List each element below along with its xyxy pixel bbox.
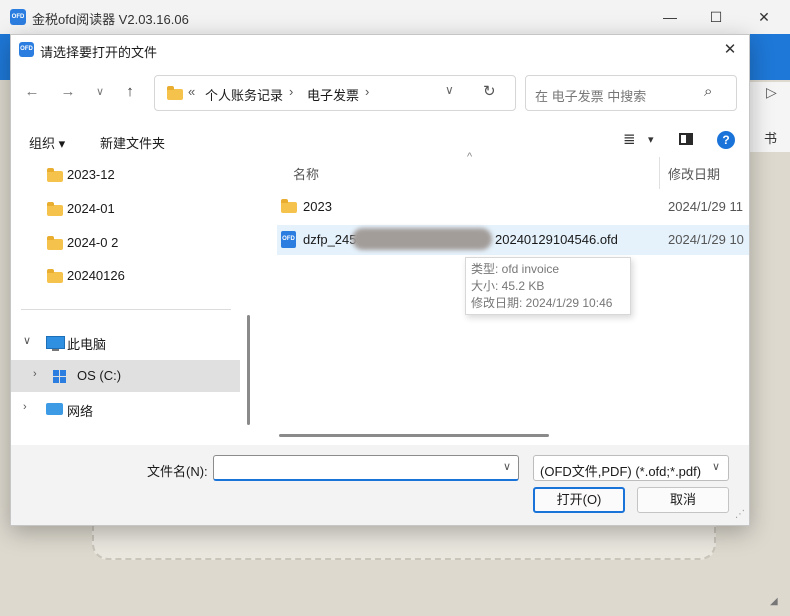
overflow-chevron-icon[interactable]: «: [188, 84, 195, 99]
file-name: 2023: [303, 199, 332, 214]
nav-folder-label: 2023-12: [67, 167, 115, 182]
folder-icon: [47, 269, 63, 283]
network-icon: [46, 403, 63, 415]
preview-pane-icon[interactable]: [679, 133, 693, 145]
nav-folder-2024-01[interactable]: 2024-01: [11, 193, 239, 225]
nav-this-pc-label: 此电脑: [67, 337, 107, 352]
new-folder-button[interactable]: 新建文件夹: [100, 133, 165, 152]
breadcrumb-separator-icon[interactable]: ›: [289, 84, 293, 99]
breadcrumb-separator-icon[interactable]: ›: [365, 84, 369, 99]
nav-folder-20240126[interactable]: 20240126: [11, 260, 239, 292]
open-button[interactable]: 打开(O): [533, 487, 625, 513]
navigation-pane: 2023-12 2024-01 2024-0 2 20240126 ∨ 此电脑 …: [11, 155, 250, 443]
filename-dropdown-icon[interactable]: ∨: [503, 460, 511, 473]
minimize-button[interactable]: —: [650, 4, 690, 30]
file-name-suffix: 20240129104546.ofd: [495, 232, 618, 247]
app-close-button[interactable]: ✕: [744, 4, 784, 30]
sort-ascending-icon: ^: [467, 151, 473, 163]
dialog-footer: 文件名(N): ∨ (OFD文件,PDF) (*.ofd;*.pdf) ∨ 打开…: [11, 445, 749, 525]
dialog-resize-grip-icon[interactable]: ⋰: [735, 509, 745, 520]
file-row-folder-2023[interactable]: 2023 2024/1/29 11: [277, 192, 749, 222]
tooltip-size: 大小: 45.2 KB: [471, 279, 545, 293]
search-box[interactable]: 在 电子发票 中搜索 ⌕: [525, 75, 737, 111]
nav-os-drive-label: OS (C:): [77, 368, 122, 383]
filename-label: 文件名(N):: [147, 464, 208, 479]
nav-folder-2023-12[interactable]: 2023-12: [11, 159, 239, 191]
nav-divider: [21, 309, 231, 310]
file-row-ofd-invoice[interactable]: OFD dzfp_245 20240129104546.ofd 2024/1/2…: [277, 225, 749, 255]
view-dropdown-icon[interactable]: ▾: [648, 133, 654, 146]
app-side-label: 书: [764, 131, 778, 146]
help-icon[interactable]: ?: [717, 131, 735, 149]
recent-locations-button[interactable]: ∨: [89, 81, 111, 103]
back-button[interactable]: ←: [21, 81, 43, 103]
dialog-close-button[interactable]: ✕: [711, 35, 749, 65]
app-logo-icon: OFD: [10, 9, 26, 25]
file-name-prefix: dzfp_245: [303, 232, 357, 247]
nav-this-pc[interactable]: ∨ 此电脑: [11, 326, 239, 358]
ofd-file-icon: OFD: [281, 231, 296, 248]
nav-folder-label: 2024-0 2: [67, 235, 119, 250]
play-icon[interactable]: ▷: [766, 84, 777, 101]
nav-folder-label: 2024-01: [67, 201, 115, 216]
file-type-select[interactable]: (OFD文件,PDF) (*.ofd;*.pdf) ∨: [533, 455, 729, 481]
file-list-scrollbar[interactable]: [279, 434, 549, 437]
column-header-modified[interactable]: 修改日期: [668, 164, 720, 183]
file-type-dropdown-icon[interactable]: ∨: [712, 460, 720, 473]
app-title: 金税ofd阅读器 V2.03.16.06: [32, 12, 189, 27]
maximize-button[interactable]: ☐: [696, 4, 736, 30]
nav-scrollbar[interactable]: [247, 315, 250, 425]
folder-icon: [167, 86, 183, 100]
tooltip-type: 类型: ofd invoice: [471, 262, 560, 276]
address-dropdown-icon[interactable]: ∨: [445, 83, 454, 97]
drive-icon: [53, 370, 70, 382]
filename-input[interactable]: [213, 455, 519, 481]
address-bar[interactable]: « 个人账务记录 › 电子发票 › ∨ ↻: [154, 75, 516, 111]
breadcrumb-e-invoices[interactable]: 电子发票: [307, 85, 359, 104]
expand-chevron-icon[interactable]: ∨: [23, 334, 31, 347]
dialog-app-icon: OFD: [19, 42, 34, 57]
column-header-name[interactable]: 名称: [293, 164, 319, 183]
nav-network-label: 网络: [67, 404, 94, 419]
breadcrumb-personal-records[interactable]: 个人账务记录: [205, 85, 283, 104]
dialog-title: 请选择要打开的文件: [40, 45, 158, 60]
up-button[interactable]: ↑: [119, 81, 141, 103]
expand-chevron-icon[interactable]: ›: [33, 368, 37, 380]
cancel-button[interactable]: 取消: [637, 487, 729, 513]
organize-menu-button[interactable]: 组织 ▾: [29, 133, 65, 152]
file-info-tooltip: 类型: ofd invoice 大小: 45.2 KB 修改日期: 2024/1…: [465, 257, 631, 315]
view-list-icon[interactable]: ≣: [623, 130, 636, 148]
forward-button[interactable]: →: [57, 81, 79, 103]
nav-network[interactable]: › 网络: [11, 393, 239, 425]
folder-icon: [47, 202, 63, 216]
file-type-value: (OFD文件,PDF) (*.ofd;*.pdf): [540, 464, 702, 479]
column-divider[interactable]: [659, 157, 660, 189]
open-file-dialog: OFD 请选择要打开的文件 ✕ ← → ∨ ↑ « 个人账务记录 › 电子发票 …: [10, 34, 750, 526]
resize-grip-icon[interactable]: ◢: [770, 596, 778, 607]
file-modified: 2024/1/29 10: [668, 232, 744, 247]
app-title-bar: OFD 金税ofd阅读器 V2.03.16.06 — ☐ ✕: [0, 0, 790, 34]
file-modified: 2024/1/29 11: [668, 199, 743, 214]
folder-icon: [47, 168, 63, 182]
redaction-blur: [352, 228, 492, 250]
refresh-icon[interactable]: ↻: [483, 82, 496, 100]
folder-icon: [281, 199, 297, 213]
nav-folder-2024-02[interactable]: 2024-0 2: [11, 227, 239, 259]
expand-chevron-icon[interactable]: ›: [23, 401, 27, 413]
search-icon[interactable]: ⌕: [704, 83, 712, 100]
nav-os-drive[interactable]: › OS (C:): [11, 360, 240, 392]
nav-folder-label: 20240126: [67, 268, 125, 283]
computer-icon: [46, 336, 65, 351]
dialog-title-bar: OFD 请选择要打开的文件 ✕: [11, 35, 749, 65]
folder-icon: [47, 236, 63, 250]
tooltip-modified: 修改日期: 2024/1/29 10:46: [471, 296, 613, 310]
search-placeholder: 在 电子发票 中搜索: [535, 89, 647, 104]
